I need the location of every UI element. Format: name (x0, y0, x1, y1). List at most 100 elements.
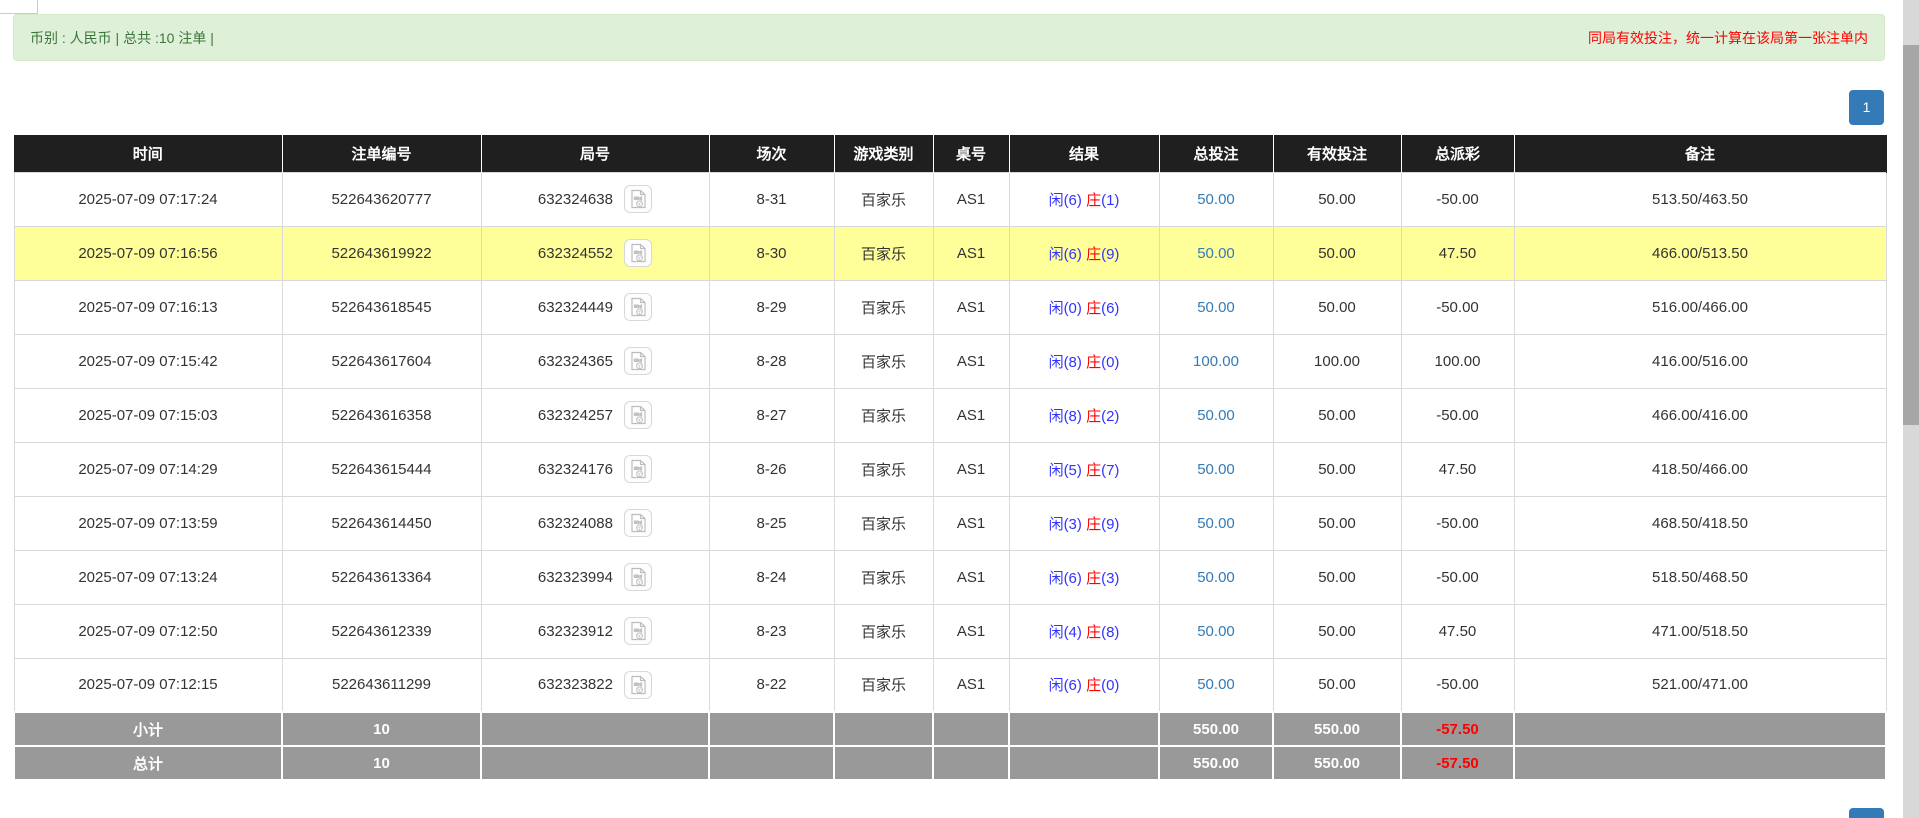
cell-round-id: 632323912 (480, 603, 710, 659)
bet-record-row: 2025-07-09 07:15:42 522643617604 632324365… (13, 333, 1887, 389)
bet-record-row: 2025-07-09 07:13:59 522643614450 632324088… (13, 495, 1887, 551)
total-bet-link[interactable]: 50.00 (1197, 515, 1235, 532)
video-replay-button[interactable] (624, 509, 653, 537)
round-id-text: 632323994 (537, 568, 613, 586)
result-banker-score: (3) (1101, 569, 1120, 587)
cell-remark: 521.00/471.00 (1513, 657, 1887, 713)
cell-bet-id: 522643619922 (281, 225, 482, 281)
cell-bet-id: 522643612339 (281, 603, 482, 659)
video-replay-button[interactable] (624, 455, 653, 483)
top-remnant-vertical-border (37, 0, 38, 13)
cell-session: 8-24 (708, 549, 835, 605)
round-id-text: 632323822 (537, 676, 613, 694)
video-replay-button[interactable] (624, 293, 653, 321)
bet-record-row: 2025-07-09 07:13:24 522643613364 632323994… (13, 549, 1887, 605)
video-replay-button[interactable] (624, 239, 653, 267)
cell-total-bet: 50.00 (1158, 279, 1274, 335)
bet-record-row: 2025-07-09 07:14:29 522643615444 632324176… (13, 441, 1887, 497)
total-bet-link[interactable]: 100.00 (1193, 353, 1239, 370)
banner-warning-text: 同局有效投注，统一计算在该局第一张注单内 (1588, 29, 1868, 46)
result-banker-score: (0) (1101, 677, 1120, 695)
total-row-label: 总计 (13, 745, 283, 781)
cell-valid-bet: 50.00 (1272, 387, 1402, 443)
result-banker-label: 庄 (1086, 353, 1102, 371)
total-row-empty-remark (1513, 745, 1887, 781)
pagination-page-1-top[interactable]: 1 (1849, 90, 1884, 125)
cell-total-bet: 50.00 (1158, 171, 1274, 227)
cell-game-type: 百家乐 (833, 387, 934, 443)
video-replay-button[interactable] (624, 185, 653, 213)
video-replay-button[interactable] (624, 563, 653, 591)
cell-bet-id: 522643615444 (281, 441, 482, 497)
result-player-score: 闲(6) (1048, 191, 1082, 209)
cell-time: 2025-07-09 07:12:15 (13, 657, 283, 713)
result-banker-score: (9) (1101, 515, 1120, 533)
cell-table-id: AS1 (932, 171, 1010, 227)
cell-game-type: 百家乐 (833, 333, 934, 389)
cell-valid-bet: 50.00 (1272, 171, 1402, 227)
cell-valid-bet: 50.00 (1272, 495, 1402, 551)
total-bet-link[interactable]: 50.00 (1197, 245, 1235, 262)
cell-payout: -50.00 (1400, 279, 1515, 335)
column-header-3: 场次 (709, 135, 835, 172)
cell-payout: -50.00 (1400, 657, 1515, 713)
video-replay-button[interactable] (624, 401, 653, 429)
column-header-1: 注单编号 (282, 135, 482, 172)
cell-table-id: AS1 (932, 225, 1010, 281)
cell-bet-id: 522643618545 (281, 279, 482, 335)
total-bet-link[interactable]: 50.00 (1197, 461, 1235, 478)
total-bet-link[interactable]: 50.00 (1197, 676, 1235, 693)
cell-game-type: 百家乐 (833, 603, 934, 659)
total-bet-link[interactable]: 50.00 (1197, 407, 1235, 424)
column-header-8: 有效投注 (1273, 135, 1402, 172)
result-banker-score: (6) (1101, 299, 1120, 317)
cell-table-id: AS1 (932, 657, 1010, 713)
total-row-empty-round (480, 745, 710, 781)
result-banker-label: 庄 (1086, 569, 1102, 587)
cell-time: 2025-07-09 07:16:13 (13, 279, 283, 335)
cell-valid-bet: 50.00 (1272, 603, 1402, 659)
scrollbar-thumb[interactable] (1903, 45, 1919, 425)
video-replay-button[interactable] (624, 617, 653, 645)
cell-session: 8-23 (708, 603, 835, 659)
total-bet-link[interactable]: 50.00 (1197, 299, 1235, 316)
cell-round-id: 632324088 (480, 495, 710, 551)
cell-time: 2025-07-09 07:13:24 (13, 549, 283, 605)
cell-time: 2025-07-09 07:12:50 (13, 603, 283, 659)
cell-round-id: 632324449 (480, 279, 710, 335)
cell-session: 8-27 (708, 387, 835, 443)
total-bet-link[interactable]: 50.00 (1197, 623, 1235, 640)
result-banker-score: (2) (1101, 407, 1120, 425)
result-banker-label: 庄 (1086, 461, 1102, 479)
pagination-page-1-bottom[interactable]: 1 (1849, 808, 1884, 818)
total-bet-link[interactable]: 50.00 (1197, 191, 1235, 208)
cell-total-bet: 50.00 (1158, 441, 1274, 497)
cell-remark: 466.00/416.00 (1513, 387, 1887, 443)
total-bet-link[interactable]: 50.00 (1197, 569, 1235, 586)
cell-result: 闲(6) 庄(3) (1008, 549, 1160, 605)
subtotal-row-payout: -57.50 (1400, 711, 1515, 747)
vertical-scrollbar[interactable] (1903, 0, 1919, 818)
cell-remark: 518.50/468.50 (1513, 549, 1887, 605)
total-row-payout: -57.50 (1400, 745, 1515, 781)
video-film-document-icon (628, 567, 648, 587)
cell-table-id: AS1 (932, 387, 1010, 443)
cell-session: 8-22 (708, 657, 835, 713)
video-film-document-icon (628, 351, 648, 371)
result-banker-label: 庄 (1086, 245, 1102, 263)
cell-total-bet: 50.00 (1158, 657, 1274, 713)
cell-payout: -50.00 (1400, 387, 1515, 443)
cell-valid-bet: 50.00 (1272, 441, 1402, 497)
video-replay-button[interactable] (624, 347, 653, 375)
column-header-5: 桌号 (933, 135, 1010, 172)
total-row-empty-table (932, 745, 1010, 781)
cell-result: 闲(6) 庄(1) (1008, 171, 1160, 227)
cell-total-bet: 50.00 (1158, 603, 1274, 659)
cell-time: 2025-07-09 07:14:29 (13, 441, 283, 497)
cell-game-type: 百家乐 (833, 495, 934, 551)
round-id-text: 632324088 (537, 514, 613, 532)
cell-valid-bet: 50.00 (1272, 279, 1402, 335)
subtotal-row-valid-bet: 550.00 (1272, 711, 1402, 747)
video-replay-button[interactable] (624, 670, 653, 699)
result-banker-label: 庄 (1086, 191, 1102, 209)
